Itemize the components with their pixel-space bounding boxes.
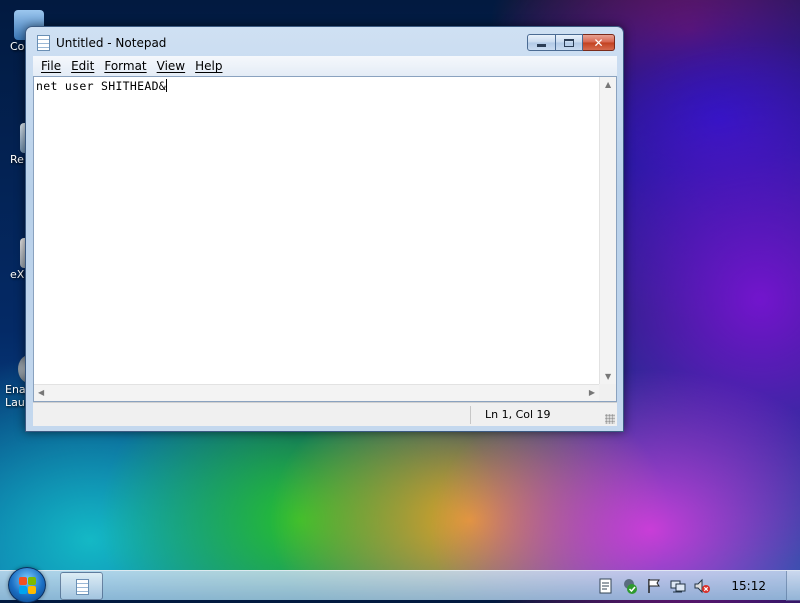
notepad-window[interactable]: Untitled - Notepad ✕ File Edit Format Vi… xyxy=(25,26,624,432)
notepad-icon xyxy=(76,579,89,595)
minimize-icon xyxy=(537,43,546,47)
scroll-down-arrow-icon[interactable]: ▼ xyxy=(605,372,611,381)
volume-muted-icon[interactable] xyxy=(694,578,710,594)
menu-file[interactable]: File xyxy=(36,59,66,73)
menu-view[interactable]: View xyxy=(152,59,190,73)
scrollbar-corner xyxy=(599,384,616,401)
menu-bar: File Edit Format View Help xyxy=(33,56,617,76)
title-bar[interactable]: Untitled - Notepad ✕ xyxy=(26,27,623,57)
status-divider xyxy=(470,406,471,424)
text-caret xyxy=(166,79,168,92)
windows-logo-icon xyxy=(19,577,37,595)
taskbar-clock[interactable]: 15:12 xyxy=(731,579,766,593)
flag-icon[interactable] xyxy=(646,578,662,594)
window-title: Untitled - Notepad xyxy=(56,36,167,50)
editor-content-area[interactable]: net user SHITHEAD& xyxy=(36,79,598,383)
close-icon: ✕ xyxy=(593,35,604,50)
status-bar: Ln 1, Col 19 xyxy=(33,402,617,426)
taskbar: 15:12 xyxy=(0,567,800,603)
system-tray: 15:12 xyxy=(590,571,800,601)
network-icon[interactable] xyxy=(670,578,686,594)
menu-format[interactable]: Format xyxy=(99,59,151,73)
notepad-icon xyxy=(37,35,50,51)
taskbar-notepad-button[interactable] xyxy=(60,572,103,600)
show-desktop-button[interactable] xyxy=(786,571,800,601)
menu-help[interactable]: Help xyxy=(190,59,227,73)
vertical-scrollbar[interactable]: ▲ ▼ xyxy=(599,77,616,384)
maximize-button[interactable] xyxy=(556,34,583,51)
action-center-doc-icon[interactable] xyxy=(598,578,614,594)
scroll-up-arrow-icon[interactable]: ▲ xyxy=(605,80,611,89)
cursor-position: Ln 1, Col 19 xyxy=(485,408,551,421)
scroll-right-arrow-icon[interactable]: ▶ xyxy=(589,388,595,397)
scroll-left-arrow-icon[interactable]: ◀ xyxy=(38,388,44,397)
text-editor[interactable]: net user SHITHEAD& ▲ ▼ ◀ ▶ xyxy=(33,76,617,402)
menu-edit[interactable]: Edit xyxy=(66,59,99,73)
caption-buttons: ✕ xyxy=(527,34,615,52)
resize-grip-icon[interactable] xyxy=(605,414,615,424)
editor-text: net user SHITHEAD& xyxy=(36,79,167,93)
horizontal-scrollbar[interactable]: ◀ ▶ xyxy=(34,384,599,401)
security-shield-icon[interactable] xyxy=(622,578,638,594)
close-button[interactable]: ✕ xyxy=(583,34,615,51)
minimize-button[interactable] xyxy=(527,34,556,51)
start-button[interactable] xyxy=(8,567,46,603)
maximize-icon xyxy=(564,38,574,47)
